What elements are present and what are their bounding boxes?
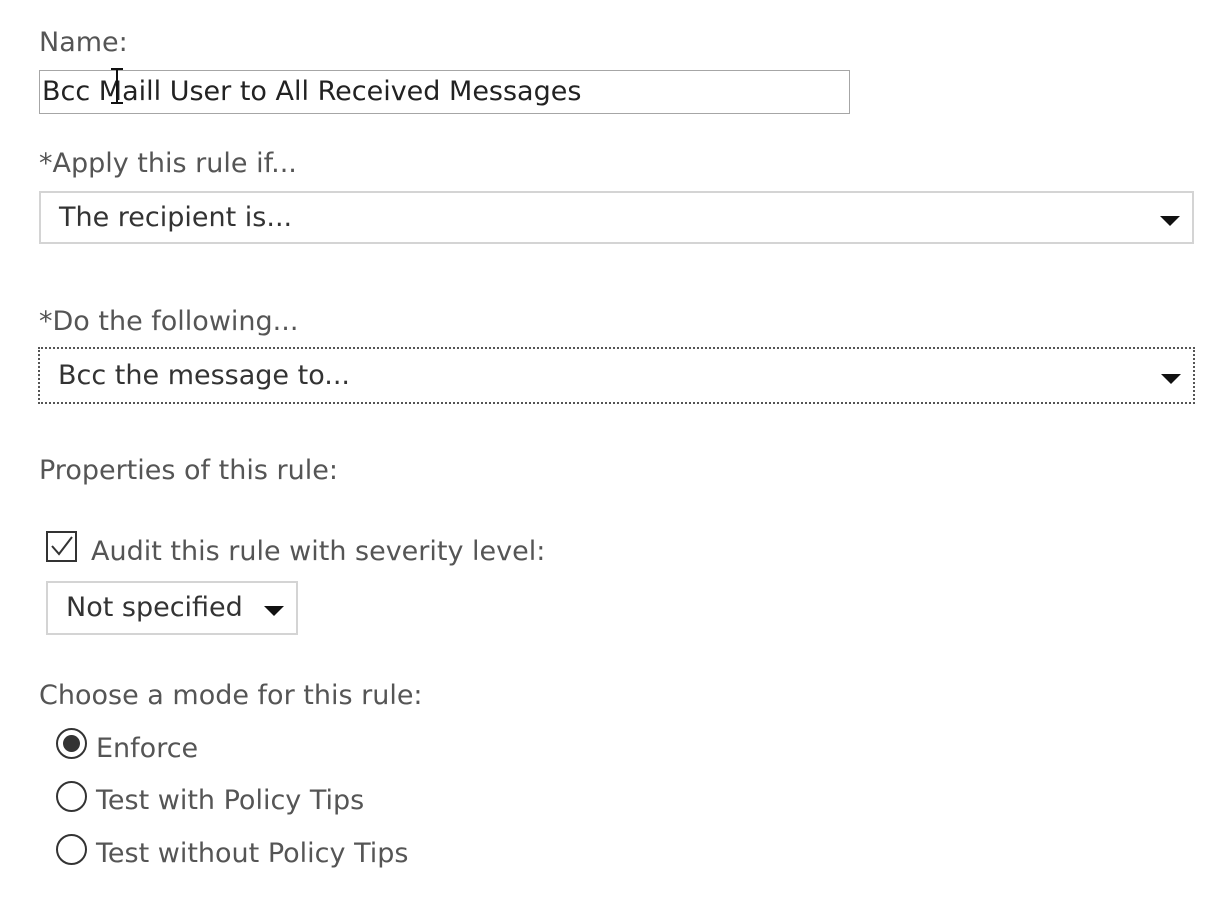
- severity-select[interactable]: Not specified: [46, 581, 298, 635]
- mode-label: Choose a mode for this rule:: [39, 680, 423, 711]
- audit-checkbox[interactable]: [46, 531, 77, 562]
- radio-enforce[interactable]: [56, 728, 87, 759]
- radio-test-without-tips-label: Test without Policy Tips: [96, 838, 409, 869]
- name-input[interactable]: Bcc Maill User to All Received Messages: [39, 70, 850, 114]
- do-following-select[interactable]: Bcc the message to...: [38, 347, 1195, 404]
- checkmark-icon: [51, 536, 73, 556]
- radio-test-with-tips[interactable]: [56, 781, 87, 812]
- do-following-label: *Do the following...: [39, 306, 299, 337]
- apply-rule-value: The recipient is...: [59, 202, 293, 233]
- ibeam-cursor-icon: [111, 68, 123, 104]
- properties-label: Properties of this rule:: [39, 455, 338, 486]
- audit-label: Audit this rule with severity level:: [91, 536, 546, 567]
- radio-selected-dot: [63, 735, 80, 752]
- radio-test-with-tips-label: Test with Policy Tips: [96, 785, 365, 816]
- severity-value: Not specified: [66, 592, 243, 623]
- apply-rule-select[interactable]: The recipient is...: [39, 191, 1194, 244]
- caret-down-icon: [264, 606, 284, 616]
- name-label: Name:: [39, 27, 128, 58]
- do-following-value: Bcc the message to...: [58, 360, 350, 391]
- apply-rule-label: *Apply this rule if...: [39, 148, 297, 179]
- radio-test-without-tips[interactable]: [56, 834, 87, 865]
- caret-down-icon: [1161, 374, 1181, 384]
- radio-enforce-label: Enforce: [96, 733, 199, 764]
- caret-down-icon: [1160, 216, 1180, 226]
